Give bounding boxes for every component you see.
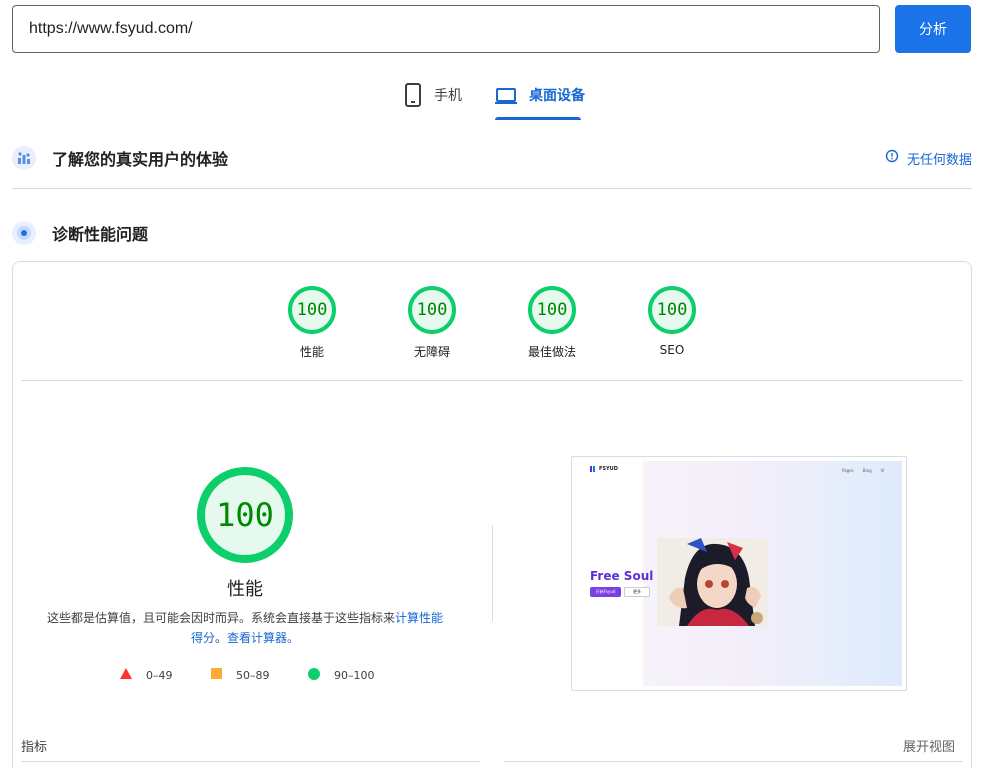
tab-desktop[interactable]: 桌面设备 xyxy=(495,82,585,120)
tab-active-indicator xyxy=(495,117,581,120)
url-input-value: https://www.fsyud.com/ xyxy=(29,20,193,37)
url-input[interactable]: https://www.fsyud.com/ xyxy=(12,5,880,53)
tab-mobile[interactable]: 手机 xyxy=(404,82,462,120)
score-gauge-performance[interactable]: 100 性能 xyxy=(288,286,336,359)
view-calculator-link[interactable]: 查看计算器。 xyxy=(227,631,299,645)
score-label: 无障碍 xyxy=(413,345,451,359)
metrics-divider-left xyxy=(21,761,480,762)
field-data-title: 了解您的真实用户的体验 xyxy=(52,150,229,169)
score-value: 100 xyxy=(528,286,576,334)
score-gauge-seo[interactable]: 100 SEO xyxy=(648,286,696,357)
score-label: SEO xyxy=(659,343,685,357)
thumbnail-primary-button: 开始Fsyud xyxy=(590,587,621,597)
legend-fail: 0–49 xyxy=(120,668,173,682)
circle-icon xyxy=(308,668,320,683)
legend-fail-range: 0–49 xyxy=(146,668,173,682)
score-gauge-best-practices[interactable]: 100 最佳做法 xyxy=(528,286,576,359)
phone-icon xyxy=(404,82,422,108)
field-data-header: 了解您的真实用户的体验 无任何数据 xyxy=(12,144,972,172)
tab-mobile-label: 手机 xyxy=(434,88,462,104)
score-label: 最佳做法 xyxy=(527,345,577,359)
diagnose-header: 诊断性能问题 xyxy=(12,219,972,247)
thumbnail-brand-text: FSYUD xyxy=(599,466,618,472)
score-value: 100 xyxy=(288,286,336,334)
score-gauge-accessibility[interactable]: 100 无障碍 xyxy=(408,286,456,359)
scores-divider xyxy=(21,380,963,381)
legend-pass-range: 90–100 xyxy=(334,669,375,682)
lighthouse-icon xyxy=(12,221,36,245)
users-chart-icon xyxy=(12,146,36,170)
thumbnail-nav: Pages Blog Ⅵ xyxy=(842,468,884,473)
performance-description: 这些都是估算值，且可能会因时而异。系统会直接基于这些指标来计算性能得分。查看计算… xyxy=(43,608,447,648)
analyze-button[interactable]: 分析 xyxy=(895,5,971,53)
legend-average: 50–89 xyxy=(211,668,270,682)
page-screenshot-thumbnail[interactable]: FSYUD Pages Blog Ⅵ Free Soul 开始Fsyud 更多 xyxy=(571,456,907,691)
thumbnail-secondary-button: 更多 xyxy=(624,587,650,597)
score-value: 100 xyxy=(408,286,456,334)
thumbnail-nav-item: Blog xyxy=(862,468,872,473)
triangle-icon xyxy=(120,668,132,682)
diagnose-title: 诊断性能问题 xyxy=(52,225,149,244)
tab-desktop-label: 桌面设备 xyxy=(529,88,585,104)
performance-title: 性能 xyxy=(227,579,263,600)
metrics-divider-right xyxy=(504,761,963,762)
brand-logo-icon xyxy=(590,466,595,472)
report-card: 100 性能 100 无障碍 100 最佳做法 100 SEO 100 性能 这… xyxy=(12,261,972,768)
thumbnail-hero-title: Free Soul xyxy=(590,569,654,583)
performance-big-gauge: 100 xyxy=(197,467,293,563)
description-separator: 。 xyxy=(214,631,227,645)
score-value: 100 xyxy=(648,286,696,334)
laptop-icon xyxy=(495,82,517,108)
no-data-label: 无任何数据 xyxy=(906,152,972,168)
no-data-link[interactable]: 无任何数据 xyxy=(885,149,972,168)
metrics-label: 指标 xyxy=(21,740,48,755)
vertical-divider xyxy=(492,525,493,621)
info-icon xyxy=(885,149,899,167)
thumbnail-nav-item: Ⅵ xyxy=(880,468,885,473)
legend-average-range: 50–89 xyxy=(236,668,270,682)
thumbnail-illustration xyxy=(657,538,769,626)
thumbnail-nav-item: Pages xyxy=(842,468,854,473)
square-icon xyxy=(211,668,222,682)
section-divider xyxy=(12,188,972,189)
score-label: 性能 xyxy=(299,345,325,359)
thumbnail-brand: FSYUD xyxy=(590,466,618,472)
legend-pass: 90–100 xyxy=(308,668,375,683)
expand-view-button[interactable]: 展开视图 xyxy=(903,736,955,755)
description-text: 这些都是估算值，且可能会因时而异。系统会直接基于这些指标来 xyxy=(46,611,395,625)
